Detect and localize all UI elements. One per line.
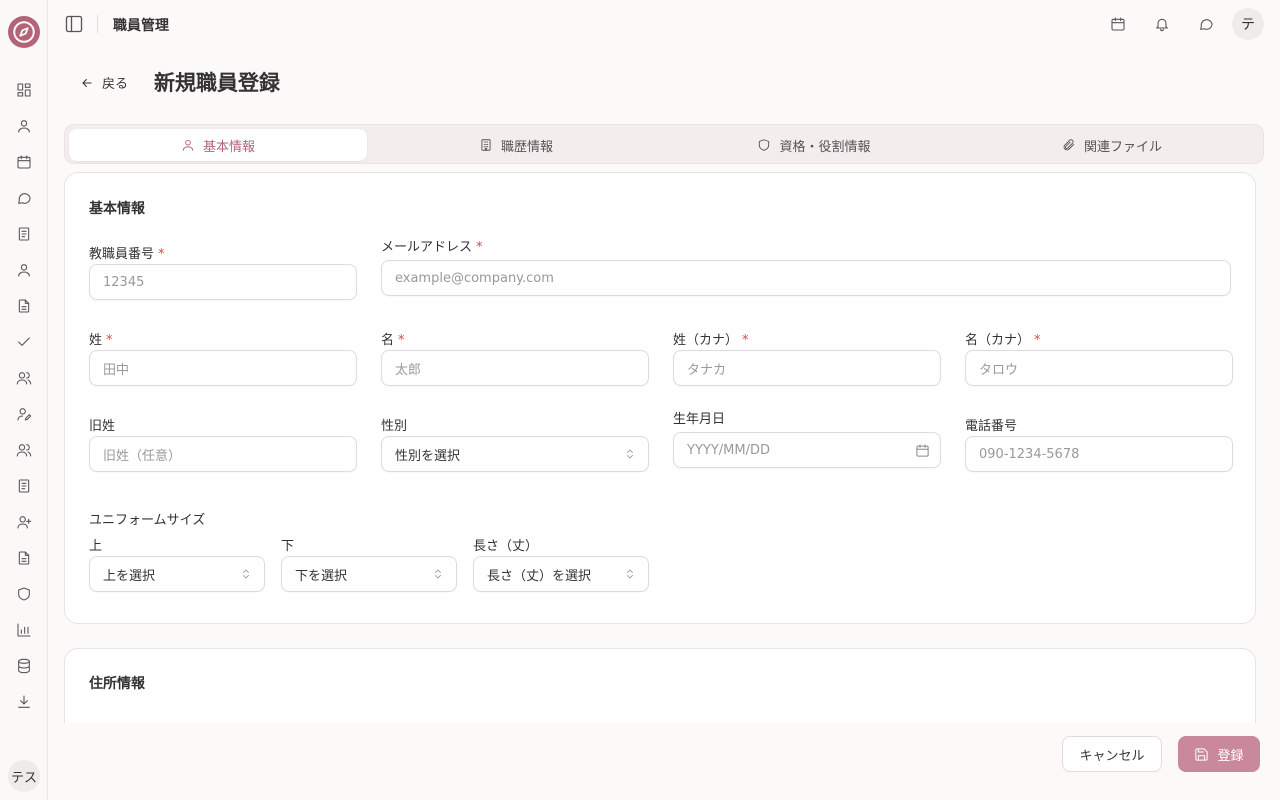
uniform-length-value: 長さ（丈）を選択 [487, 568, 592, 584]
user-plus-icon[interactable] [12, 510, 36, 534]
tab-label: 職歴情報 [500, 139, 553, 155]
page-title: 新規職員登録 [154, 71, 280, 95]
book-icon[interactable] [12, 222, 36, 246]
first-name-input[interactable]: 太郎 [381, 350, 649, 386]
calendar-icon[interactable] [12, 150, 36, 174]
uniform-length-select[interactable]: 長さ（丈）を選択 [473, 556, 649, 592]
tab-label: 関連ファイル [1083, 139, 1162, 155]
chevrons-up-down-icon [627, 449, 633, 459]
save-icon [1195, 747, 1209, 761]
last-name-input[interactable]: 田中 [89, 350, 357, 386]
birthday-label: 生年月日 [673, 412, 726, 427]
chevrons-up-down-icon [627, 569, 633, 579]
email-label: メールアドレス * [381, 240, 483, 255]
paperclip-icon [1063, 139, 1075, 151]
tab-bar: 基本情報 職歴情報 資格・役割情報 関連ファイル [64, 124, 1264, 164]
account-avatar[interactable]: テ [1232, 8, 1264, 40]
user-edit-icon[interactable] [12, 402, 36, 426]
staff-number-label: 教職員番号 * [89, 247, 165, 262]
database-icon[interactable] [12, 654, 36, 678]
uniform-size-label: ユニフォームサイズ [89, 513, 206, 528]
person-icon[interactable] [12, 258, 36, 282]
tab-related-files[interactable]: 関連ファイル [963, 129, 1261, 161]
first-name-kana-label: 名（カナ） * [965, 333, 1041, 348]
top-bar: 職員管理 テ [48, 0, 1280, 48]
user-avatar[interactable]: テス [8, 760, 40, 792]
document-icon[interactable] [12, 294, 36, 318]
back-label: 戻る [102, 77, 129, 92]
bell-icon[interactable] [1154, 16, 1170, 32]
shield-icon [759, 139, 770, 151]
chat-icon[interactable] [1198, 16, 1214, 32]
last-name-kana-input[interactable]: タナカ [673, 350, 941, 386]
cancel-button[interactable]: キャンセル [1062, 736, 1162, 772]
birthday-input[interactable]: YYYY/MM/DD [673, 432, 941, 468]
uniform-bottom-label: 下 [281, 539, 295, 554]
former-name-input[interactable]: 旧姓（任意） [89, 436, 357, 472]
uniform-length-label: 長さ（丈） [473, 539, 539, 554]
shield-icon[interactable] [12, 582, 36, 606]
first-name-kana-input[interactable]: タロウ [965, 350, 1233, 386]
staff-number-input[interactable]: 12345 [89, 264, 357, 300]
tab-career-info[interactable]: 職歴情報 [367, 129, 665, 161]
gender-select[interactable]: 性別を選択 [381, 436, 649, 472]
section-title: 基本情報 [89, 201, 145, 217]
phone-input[interactable]: 090-1234-5678 [965, 436, 1233, 472]
back-button[interactable]: 戻る [80, 73, 128, 92]
gender-value: 性別を選択 [395, 448, 461, 464]
first-name-label: 名 * [381, 333, 405, 348]
calendar-icon[interactable] [915, 443, 930, 458]
download-icon[interactable] [12, 690, 36, 714]
uniform-top-value: 上を選択 [103, 568, 156, 584]
uniform-top-label: 上 [89, 539, 103, 554]
gender-label: 性別 [381, 419, 408, 434]
uniform-top-select[interactable]: 上を選択 [89, 556, 265, 592]
email-input[interactable]: example@company.com [381, 260, 1231, 296]
dashboard-icon[interactable] [12, 78, 36, 102]
tab-label: 資格・役割情報 [779, 139, 871, 155]
calendar-icon[interactable] [1110, 16, 1126, 32]
user-icon[interactable] [12, 114, 36, 138]
building-icon [481, 139, 491, 151]
uniform-bottom-value: 下を選択 [295, 568, 348, 584]
arrow-left-icon [82, 78, 92, 87]
chevrons-up-down-icon [243, 569, 249, 579]
sidebar-toggle-icon[interactable] [64, 14, 84, 34]
chevrons-up-down-icon [435, 569, 441, 579]
phone-label: 電話番号 [965, 419, 1018, 434]
former-name-label: 旧姓 [89, 419, 116, 434]
basic-info-card: 基本情報 教職員番号 * 12345 メールアドレス * example@compa… [64, 172, 1256, 624]
divider [97, 15, 98, 33]
tab-basic-info[interactable]: 基本情報 [69, 129, 367, 161]
save-label: 登録 [1217, 748, 1244, 764]
bar-chart-icon[interactable] [12, 618, 36, 642]
birthday-placeholder: YYYY/MM/DD [687, 442, 770, 458]
app-logo[interactable] [8, 16, 40, 48]
sidebar: テス [0, 0, 48, 800]
users-icon[interactable] [12, 366, 36, 390]
tab-label: 基本情報 [202, 139, 255, 155]
last-name-kana-label: 姓（カナ） * [673, 333, 749, 348]
check-icon[interactable] [12, 330, 36, 354]
uniform-bottom-select[interactable]: 下を選択 [281, 556, 457, 592]
group-icon[interactable] [12, 438, 36, 462]
section-title: 住所情報 [89, 676, 145, 692]
file-icon[interactable] [12, 546, 36, 570]
compass-icon [13, 21, 35, 43]
app-title: 職員管理 [113, 18, 169, 34]
save-button[interactable]: 登録 [1178, 736, 1260, 772]
tab-qualification-info[interactable]: 資格・役割情報 [665, 129, 963, 161]
last-name-label: 姓 * [89, 333, 113, 348]
user-icon [182, 139, 194, 151]
notebook-icon[interactable] [12, 474, 36, 498]
message-icon[interactable] [12, 186, 36, 210]
